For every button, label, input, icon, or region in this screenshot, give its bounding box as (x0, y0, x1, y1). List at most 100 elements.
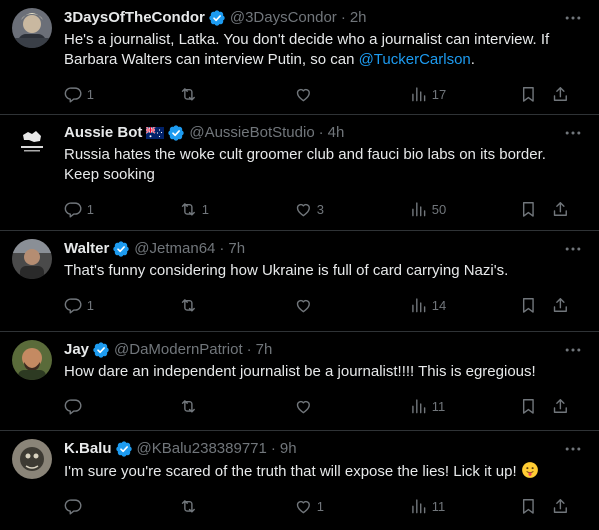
bookmark-button[interactable] (519, 84, 551, 104)
timestamp[interactable]: 9h (280, 439, 297, 459)
tweet-text-part: He's a journalist, Latka. You don't deci… (64, 31, 550, 68)
like-button[interactable] (294, 396, 409, 416)
share-icon (553, 86, 567, 101)
display-name[interactable]: Jay (64, 340, 89, 360)
bookmark-button[interactable] (519, 199, 551, 219)
action-bar: 1 17 (64, 78, 583, 110)
views-button[interactable]: 50 (409, 199, 519, 219)
more-options-icon[interactable] (563, 439, 583, 459)
share-button[interactable] (551, 496, 571, 516)
retweet-button[interactable] (179, 396, 294, 416)
reply-button[interactable]: 1 (64, 84, 179, 104)
share-icon (553, 297, 567, 312)
retweet-button[interactable] (179, 84, 294, 104)
reply-icon (64, 399, 82, 415)
views-button[interactable]: 14 (409, 295, 519, 315)
mention-link[interactable]: @TuckerCarlson (359, 51, 471, 68)
display-name[interactable]: 3DaysOfTheCondor (64, 8, 205, 28)
tweet[interactable]: Walter @Jetman64 · 7h That's funny consi… (0, 231, 599, 332)
tweet[interactable]: 3DaysOfTheCondor @3DaysCondor · 2h He's … (0, 0, 599, 115)
more-options-icon[interactable] (563, 8, 583, 28)
views-button[interactable]: 17 (409, 84, 519, 104)
reply-button[interactable]: 1 (64, 295, 179, 315)
view-count: 50 (431, 201, 447, 217)
display-name[interactable]: Walter (64, 239, 109, 259)
display-name[interactable]: K.Balu (64, 439, 112, 459)
avatar[interactable] (12, 123, 52, 163)
australia-flag-icon (146, 127, 165, 139)
more-options-icon[interactable] (563, 340, 583, 360)
tweet-header: Walter @Jetman64 · 7h (64, 239, 583, 259)
handle[interactable]: @DaModernPatriot (114, 340, 243, 360)
retweet-icon (181, 202, 195, 216)
tweet[interactable]: Jay @DaModernPatriot · 7h How dare an in… (0, 332, 599, 431)
share-button[interactable] (551, 396, 571, 416)
handle[interactable]: @Jetman64 (134, 239, 215, 259)
view-count: 11 (431, 398, 446, 414)
tweet[interactable]: K.Balu @KBalu238389771 · 9h I'm sure you… (0, 431, 599, 530)
avatar[interactable] (12, 239, 52, 279)
action-bar: 1 1 3 50 (64, 193, 583, 225)
bookmark-icon (522, 398, 534, 414)
verified-badge-icon (115, 441, 132, 457)
verified-badge-icon (209, 10, 225, 26)
tweet-header: K.Balu @KBalu238389771 · 9h (64, 439, 583, 459)
timestamp[interactable]: 7h (228, 239, 245, 259)
handle[interactable]: @AussieBotStudio (189, 123, 314, 143)
bookmark-button[interactable] (519, 295, 551, 315)
verified-badge-icon (113, 241, 129, 257)
more-options-icon[interactable] (563, 123, 583, 143)
heart-icon (296, 299, 310, 312)
share-button[interactable] (551, 84, 571, 104)
verified-badge-icon (93, 342, 109, 358)
separator: · (340, 9, 346, 26)
bookmark-button[interactable] (519, 496, 551, 516)
share-button[interactable] (551, 199, 571, 219)
avatar[interactable] (12, 439, 52, 479)
tweet-text: I'm sure you're scared of the truth that… (64, 461, 583, 482)
reply-icon (64, 87, 82, 103)
separator: · (219, 240, 225, 257)
more-options-icon[interactable] (563, 239, 583, 259)
avatar[interactable] (12, 340, 52, 380)
heart-icon (296, 203, 310, 216)
timestamp[interactable]: 2h (350, 8, 367, 28)
tweet[interactable]: Aussie Bot @AussieBotStudio · 4h Russia … (0, 115, 599, 231)
retweet-button[interactable] (179, 496, 294, 516)
like-button[interactable] (294, 295, 409, 315)
tweet-header: Jay @DaModernPatriot · 7h (64, 340, 583, 360)
timestamp[interactable]: 7h (256, 340, 273, 360)
views-chart-icon (412, 87, 426, 101)
reply-icon (64, 202, 82, 218)
heart-icon (296, 500, 310, 513)
reply-button[interactable] (64, 496, 179, 516)
tongue-out-emoji-icon (521, 462, 538, 478)
reply-button[interactable] (64, 396, 179, 416)
like-button[interactable]: 3 (294, 199, 409, 219)
bookmark-icon (522, 201, 534, 217)
bookmark-button[interactable] (519, 396, 551, 416)
display-name[interactable]: Aussie Bot (64, 123, 142, 143)
share-icon (553, 201, 567, 216)
handle[interactable]: @3DaysCondor (230, 8, 337, 28)
reply-count: 1 (86, 201, 94, 217)
views-button[interactable]: 11 (409, 496, 519, 516)
reply-feed: 3DaysOfTheCondor @3DaysCondor · 2h He's … (0, 0, 599, 530)
handle[interactable]: @KBalu238389771 (137, 439, 267, 459)
reply-button[interactable]: 1 (64, 199, 179, 219)
views-chart-icon (412, 202, 426, 216)
views-button[interactable]: 11 (409, 396, 519, 416)
retweet-button[interactable] (179, 295, 294, 315)
share-icon (553, 398, 567, 413)
like-count: 3 (316, 201, 324, 217)
like-button[interactable]: 1 (294, 496, 409, 516)
action-bar: 1 14 (64, 289, 583, 321)
avatar[interactable] (12, 8, 52, 48)
reply-count: 1 (86, 297, 94, 313)
views-chart-icon (412, 499, 426, 513)
like-button[interactable] (294, 84, 409, 104)
reply-icon (64, 499, 82, 515)
retweet-button[interactable]: 1 (179, 199, 294, 219)
timestamp[interactable]: 4h (328, 123, 345, 143)
share-button[interactable] (551, 295, 571, 315)
